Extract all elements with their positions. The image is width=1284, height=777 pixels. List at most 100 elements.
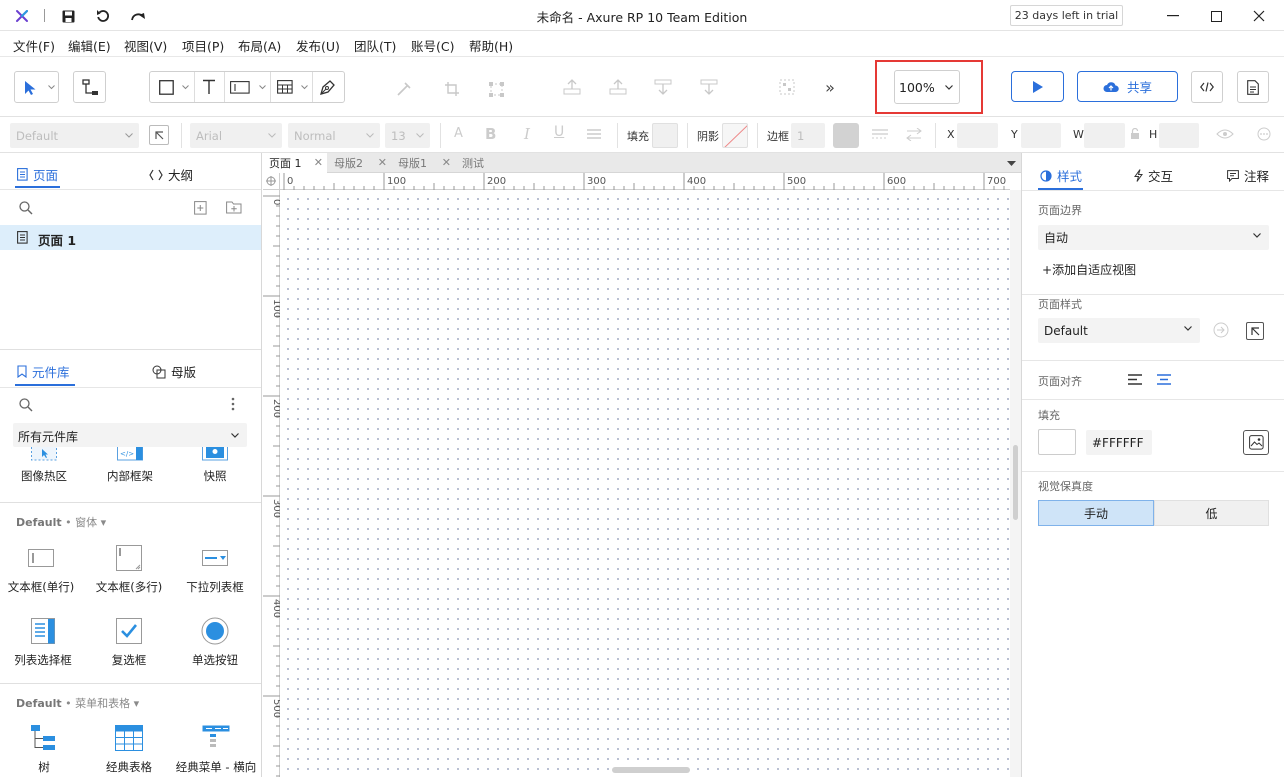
page-tab[interactable]: 测试 [456,153,509,173]
close-icon[interactable] [1249,6,1269,26]
widget-textarea[interactable]: 文本框(多行) [89,543,169,595]
format-painter-icon[interactable] [393,78,415,100]
h-input[interactable] [1159,123,1199,148]
widget-snapshot[interactable]: 快照 [175,446,255,484]
page-bounds-select[interactable]: 自动 [1038,225,1269,250]
menu-team[interactable]: 团队(T) [354,36,396,55]
edit-style-button[interactable] [1246,322,1264,340]
design-canvas[interactable] [280,190,1010,777]
scroll-thumb[interactable] [1013,445,1018,520]
align-center-icon[interactable] [1157,374,1171,385]
library-select[interactable]: 所有元件库 [13,423,247,447]
fidelity-low-button[interactable]: 低 [1154,500,1269,526]
border-style-icon[interactable] [872,129,888,141]
border-color-swatch[interactable] [833,123,859,148]
menu-file[interactable]: 文件(F) [13,36,55,55]
x-input[interactable] [957,123,998,148]
fidelity-manual-button[interactable]: 手动 [1038,500,1154,526]
fill-hex-input[interactable]: #FFFFFF [1086,430,1152,455]
style-edit-button[interactable] [149,125,169,145]
font-size-select[interactable]: 13 [385,123,430,148]
widget-classic-table[interactable]: 经典表格 [89,723,169,775]
tab-style[interactable]: 样式 [1040,166,1082,185]
tab-libraries[interactable]: 元件库 [17,362,70,381]
widget-dropdown[interactable]: 下拉列表框 [175,543,255,595]
font-weight-select[interactable]: Normal [288,123,380,148]
widget-image-hotspot[interactable]: 图像热区 [4,446,84,484]
add-page-icon[interactable] [194,201,207,215]
bring-forward-icon[interactable] [561,76,583,98]
preview-button[interactable] [1011,71,1064,102]
ruler-origin[interactable] [263,173,280,190]
style-select[interactable]: Default [10,123,139,148]
canvas-horizontal-scroll-thumb[interactable] [612,767,690,773]
widget-classic-menu-horizontal[interactable]: 经典菜单 - 横向 [172,723,260,775]
arrow-style-icon[interactable] [906,128,922,141]
table-icon[interactable] [277,80,293,94]
search-icon[interactable] [19,201,33,215]
input-field-icon[interactable] [230,81,250,94]
shadow-swatch[interactable] [722,123,748,148]
menu-layout[interactable]: 布局(A) [238,36,281,55]
menu-help[interactable]: 帮助(H) [469,36,513,55]
fill-color-swatch[interactable] [652,123,678,148]
menu-edit[interactable]: 编辑(E) [68,36,111,55]
more-vertical-icon[interactable] [231,397,235,411]
bring-to-front-icon[interactable] [607,76,629,98]
share-button[interactable]: 共享 [1077,71,1178,102]
crop-icon[interactable] [441,78,463,100]
transform-icon[interactable] [485,78,507,100]
connector-tool-button[interactable] [73,71,106,103]
widget-tree[interactable]: 树 [4,723,84,775]
pen-tool-icon[interactable] [319,78,337,96]
section-menus-header[interactable]: Default • 菜单和表格 ▾ [16,695,139,711]
font-select[interactable]: Arial [190,123,282,148]
bold-icon[interactable]: B [485,125,496,143]
tab-pages[interactable]: 页面 [17,165,58,184]
page-tab-active[interactable]: 页面 1 ✕ [263,153,327,173]
close-icon[interactable]: ✕ [314,156,323,169]
add-adaptive-view-link[interactable]: +添加自适应视图 [1042,261,1136,278]
lock-icon[interactable] [1130,128,1140,140]
code-view-button[interactable] [1191,71,1223,103]
fill-image-button[interactable] [1243,430,1269,455]
font-color-icon[interactable]: A [454,126,463,141]
tab-outline[interactable]: 大纲 [149,165,193,184]
w-input[interactable] [1084,123,1125,148]
list-icon[interactable] [587,129,601,139]
menu-view[interactable]: 视图(V) [124,36,167,55]
more-tools-button[interactable]: » [819,76,841,98]
y-input[interactable] [1021,123,1061,148]
canvas-vertical-scrollbar[interactable] [1010,190,1021,777]
widget-textbox-single[interactable]: 文本框(单行) [1,543,81,595]
document-button[interactable] [1237,71,1269,103]
page-style-select[interactable]: Default [1038,318,1200,343]
underline-icon[interactable]: U [554,124,564,140]
minimize-icon[interactable] [1163,6,1183,26]
tab-masters[interactable]: 母版 [152,362,196,381]
align-left-icon[interactable] [1128,374,1142,385]
send-to-back-icon[interactable] [698,76,720,98]
italic-icon[interactable]: I [524,125,530,143]
eye-icon[interactable] [1216,129,1234,139]
send-backward-icon[interactable] [652,76,674,98]
close-icon[interactable]: ✕ [378,156,387,169]
widget-inline-frame[interactable]: </> 内部框架 [90,446,170,484]
widget-radio[interactable]: 单选按钮 [175,616,255,668]
page-tree-item[interactable]: 页面 1 [0,225,261,250]
widget-listbox[interactable]: 列表选择框 [3,616,83,668]
text-icon[interactable] [202,79,216,95]
page-tab[interactable]: 母版2 ✕ [328,153,391,173]
search-icon[interactable] [19,398,33,412]
zoom-dropdown[interactable]: 100% [894,70,960,104]
rectangle-icon[interactable] [159,80,174,95]
group-icon[interactable] [776,76,798,98]
tab-interactions[interactable]: 交互 [1134,166,1173,185]
maximize-icon[interactable] [1206,6,1226,26]
menu-account[interactable]: 账号(C) [411,36,454,55]
section-forms-header[interactable]: Default • 窗体 ▾ [16,514,106,530]
trial-badge[interactable]: 23 days left in trial [1010,5,1123,26]
border-width-input[interactable]: 1 [791,123,825,148]
tab-notes[interactable]: 注释 [1227,166,1269,185]
page-tab[interactable]: 母版1 ✕ [392,153,455,173]
